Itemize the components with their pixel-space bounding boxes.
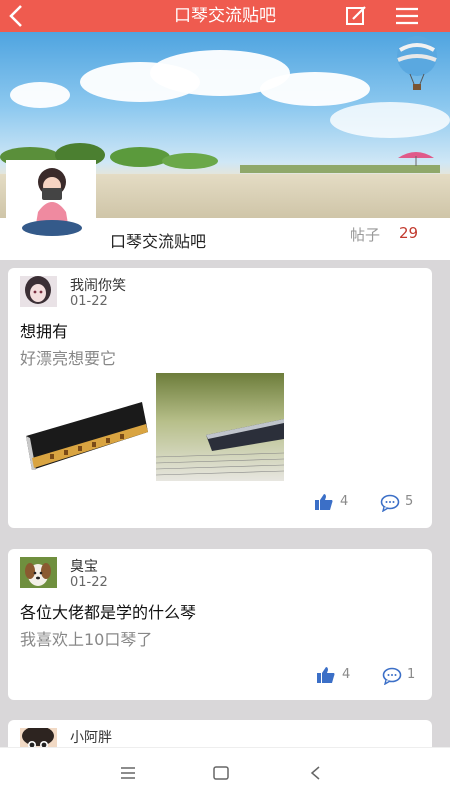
thumbs-up-icon[interactable] xyxy=(316,666,336,684)
posts-count: 29 xyxy=(399,224,419,242)
forum-avatar[interactable] xyxy=(6,160,96,252)
like-count: 4 xyxy=(340,494,349,509)
system-nav-bar xyxy=(0,747,450,800)
beach-umbrella xyxy=(398,152,434,166)
comment-icon[interactable] xyxy=(382,667,402,685)
post-body: 我喜欢上10口琴了 xyxy=(20,630,153,649)
user-avatar[interactable] xyxy=(20,276,57,307)
forum-name: 口琴交流贴吧 xyxy=(110,232,207,251)
like-count: 4 xyxy=(342,667,351,682)
home-icon[interactable] xyxy=(211,764,231,782)
post-image-2[interactable] xyxy=(156,373,284,481)
post-card[interactable]: 臭宝 01-22 各位大佬都是学的什么琴 我喜欢上10口琴了 4 1 xyxy=(8,549,432,700)
comment-count: 1 xyxy=(407,667,416,682)
post-username[interactable]: 我闹你笑 xyxy=(70,275,126,295)
edit-icon[interactable] xyxy=(344,4,368,28)
post-body: 好漂亮想要它 xyxy=(20,349,117,368)
top-bar: 口琴交流贴吧 xyxy=(0,0,450,32)
post-title: 想拥有 xyxy=(20,322,69,341)
thumbs-up-icon[interactable] xyxy=(314,493,334,511)
post-username[interactable]: 臭宝 xyxy=(70,556,98,576)
puppy-avatar-icon xyxy=(20,557,57,588)
posts-label: 帖子 xyxy=(350,226,381,244)
menu-icon[interactable] xyxy=(394,4,420,28)
post-card[interactable]: 我闹你笑 01-22 想拥有 好漂亮想要它 4 5 xyxy=(8,268,432,528)
comment-icon[interactable] xyxy=(380,494,400,512)
user-avatar[interactable] xyxy=(20,557,57,588)
comment-count: 5 xyxy=(405,494,414,509)
post-title: 各位大佬都是学的什么琴 xyxy=(20,603,197,622)
anime-avatar-icon xyxy=(20,276,57,307)
recents-icon[interactable] xyxy=(118,764,138,782)
post-date: 01-22 xyxy=(70,294,108,309)
girl-avatar-icon xyxy=(8,162,94,250)
post-image-1[interactable] xyxy=(20,374,150,480)
back-icon[interactable] xyxy=(306,764,326,782)
page-title: 口琴交流贴吧 xyxy=(174,6,276,26)
post-username[interactable]: 小阿胖 xyxy=(70,727,112,747)
post-date: 01-22 xyxy=(70,575,108,590)
hot-air-balloon xyxy=(397,36,437,90)
